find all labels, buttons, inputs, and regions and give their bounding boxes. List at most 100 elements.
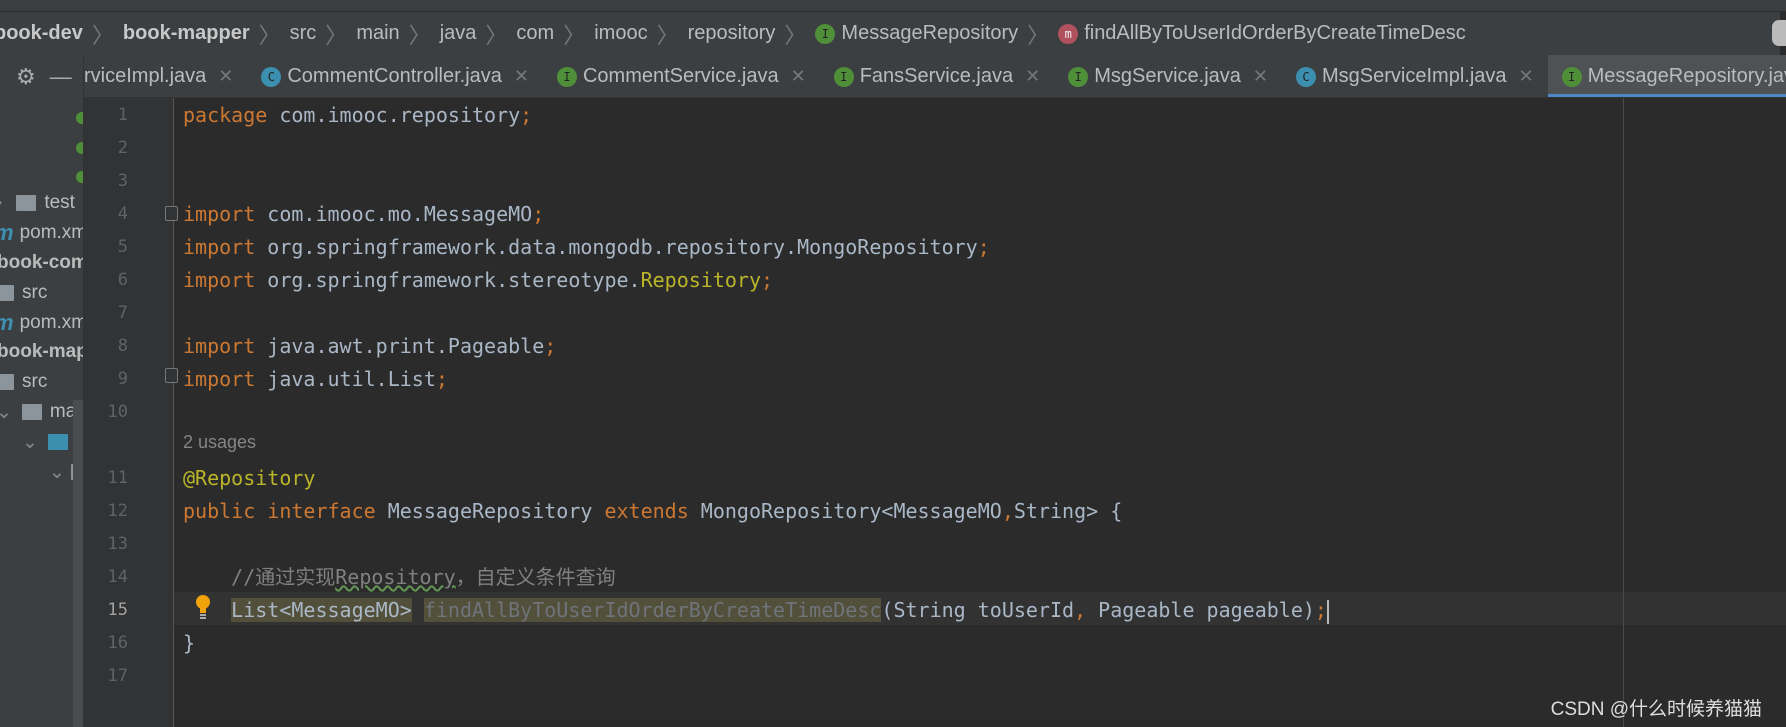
tab-messagerepository-java[interactable]: IMessageRepository.java✕ [1547,55,1786,97]
breadcrumb-item[interactable]: m findAllByToUserIdOrderByCreateTimeDesc [1058,22,1466,45]
breadcrumb-label: findAllByToUserIdOrderByCreateTimeDesc [1084,22,1466,44]
usages-hint[interactable]: 2 usages [183,432,256,453]
code-token: com.imooc.mo.MessageMO [267,202,533,226]
line-number: 9 [117,369,128,389]
line-number: 8 [117,336,128,356]
code-line[interactable]: package com.imooc.repository; [183,99,532,132]
code-line[interactable]: import java.util.List; [183,363,448,396]
code-token: com.imooc.repository [279,103,521,127]
code-line[interactable]: //通过实现Repository，自定义条件查询 [183,561,616,594]
interface-icon: I [815,23,836,44]
close-icon[interactable]: ✕ [1025,66,1040,87]
close-icon[interactable]: ✕ [514,66,529,87]
collapse-icon[interactable]: — [50,64,72,90]
tree-item-book-common[interactable]: book-common [0,248,84,278]
user-icon[interactable] [1772,20,1786,46]
code-token: MessageRepository [387,499,605,523]
code-token: findAllByToUserIdOrderByCreateTimeDesc [423,598,882,622]
breadcrumb-separator-icon: 〉 [784,22,807,48]
tree-leaf[interactable] [76,133,83,163]
tab-msgserviceimpl-java[interactable]: C MsgServiceImpl.java ✕ [1282,55,1548,97]
tab-label: MessageRepository.java [1587,65,1786,87]
breadcrumb-separator-icon: 〉 [563,22,586,48]
project-sidebar: ⚙ — ›test mpom.xml book-common src mpom.… [0,55,84,727]
class-icon: C [261,66,282,87]
code-token: import [183,334,268,358]
tree-label: book-common [0,252,84,273]
breadcrumb-item[interactable]: com [516,22,554,45]
tree-item-pom[interactable]: mpom.xml [0,308,83,338]
tab-msgservice-java[interactable]: I MsgService.java ✕ [1054,55,1282,97]
code-token: ; [1314,598,1327,622]
breadcrumb-item[interactable]: java [440,22,477,45]
tab-commentcontroller-java[interactable]: C CommentController.java ✕ [247,55,543,97]
line-number: 13 [107,534,128,554]
folder-icon [47,434,68,450]
breadcrumb-separator-icon: 〉 [1027,22,1050,48]
close-icon[interactable]: ✕ [218,66,233,87]
gear-icon[interactable]: ⚙ [16,64,36,90]
code-token: ; [520,103,533,127]
breadcrumb-label: java [439,22,477,44]
code-line[interactable]: @Repository [183,462,315,495]
tree-item-test[interactable]: › test [0,188,75,218]
code-line[interactable]: import org.springframework.data.mongodb.… [183,231,990,264]
breadcrumb-item[interactable]: repository [688,22,776,45]
line-number: 4 [117,204,128,224]
breadcrumb-separator-icon: 〉 [91,22,114,48]
folder-icon [0,285,14,301]
fold-icon[interactable] [165,368,178,383]
breadcrumb-item[interactable]: imooc [594,22,647,45]
code-line[interactable]: import com.imooc.mo.MessageMO; [183,198,544,231]
close-icon[interactable]: ✕ [1519,66,1534,87]
code-line[interactable]: public interface MessageRepository exten… [183,495,1122,528]
code-token: Pageable pageable) [1098,598,1315,622]
breadcrumb-item[interactable]: src [290,22,317,45]
breadcrumb-item[interactable]: book-mapper [123,22,250,45]
code-token: org.springframework.stereotype. [267,268,641,292]
breadcrumb-item[interactable]: book-dev [0,22,83,45]
folder-icon [21,404,42,420]
breadcrumb-label: book-dev [0,22,83,44]
tab-commentservice-java[interactable]: I CommentService.java ✕ [543,55,820,97]
line-number: 14 [107,567,128,587]
interface-icon [76,142,83,154]
line-number: 6 [117,270,128,290]
close-icon[interactable]: ✕ [791,66,806,87]
code-token: org.springframework.data.mongodb.reposit… [267,235,978,259]
tree-item-src[interactable]: src [0,278,47,308]
code-token: } [183,631,196,655]
tree-item-book-mapper[interactable]: book-mapper [0,337,83,367]
tree-leaf[interactable] [76,103,83,133]
chevron-down-icon: ⌄ [22,431,38,453]
code-line[interactable]: import org.springframework.stereotype.Re… [183,264,773,297]
interface-icon: I [1561,66,1582,87]
tree-item-src[interactable]: src [0,367,47,397]
breadcrumb-item[interactable]: main [356,22,399,45]
code-token: java.awt.print.Pageable [267,334,545,358]
sidebar-toolbar: ⚙ — [0,55,83,98]
tab-rviceimpl-java[interactable]: rviceImpl.java ✕ [84,55,247,97]
code-line[interactable]: import java.awt.print.Pageable; [183,330,556,363]
tab-fansservice-java[interactable]: I FansService.java ✕ [820,55,1055,97]
fold-icon[interactable] [165,206,178,221]
code-token: List<MessageMO> [231,598,412,622]
tab-label: rviceImpl.java [84,65,207,87]
tree-item-main[interactable]: ⌄main [0,397,83,427]
breadcrumb-label: repository [687,22,776,44]
sidebar-scrollbar[interactable] [73,400,83,727]
folder-icon [0,374,14,390]
lightbulb-icon[interactable] [195,594,211,620]
code-line[interactable]: List<MessageMO> findAllByToUserIdOrderBy… [183,594,1329,627]
breadcrumb-label: MessageRepository [841,22,1019,44]
tree-item-pom[interactable]: mpom.xml [0,218,83,248]
breadcrumb-separator-icon: 〉 [656,22,679,48]
breadcrumb-item[interactable]: I MessageRepository [815,22,1018,45]
close-icon[interactable]: ✕ [1253,66,1268,87]
tree-leaf[interactable] [76,162,83,192]
code-line[interactable]: } [183,627,195,660]
code-token: extends [604,499,701,523]
right-margin-guide [1623,98,1624,727]
code-token: //通过实现 [183,565,336,589]
